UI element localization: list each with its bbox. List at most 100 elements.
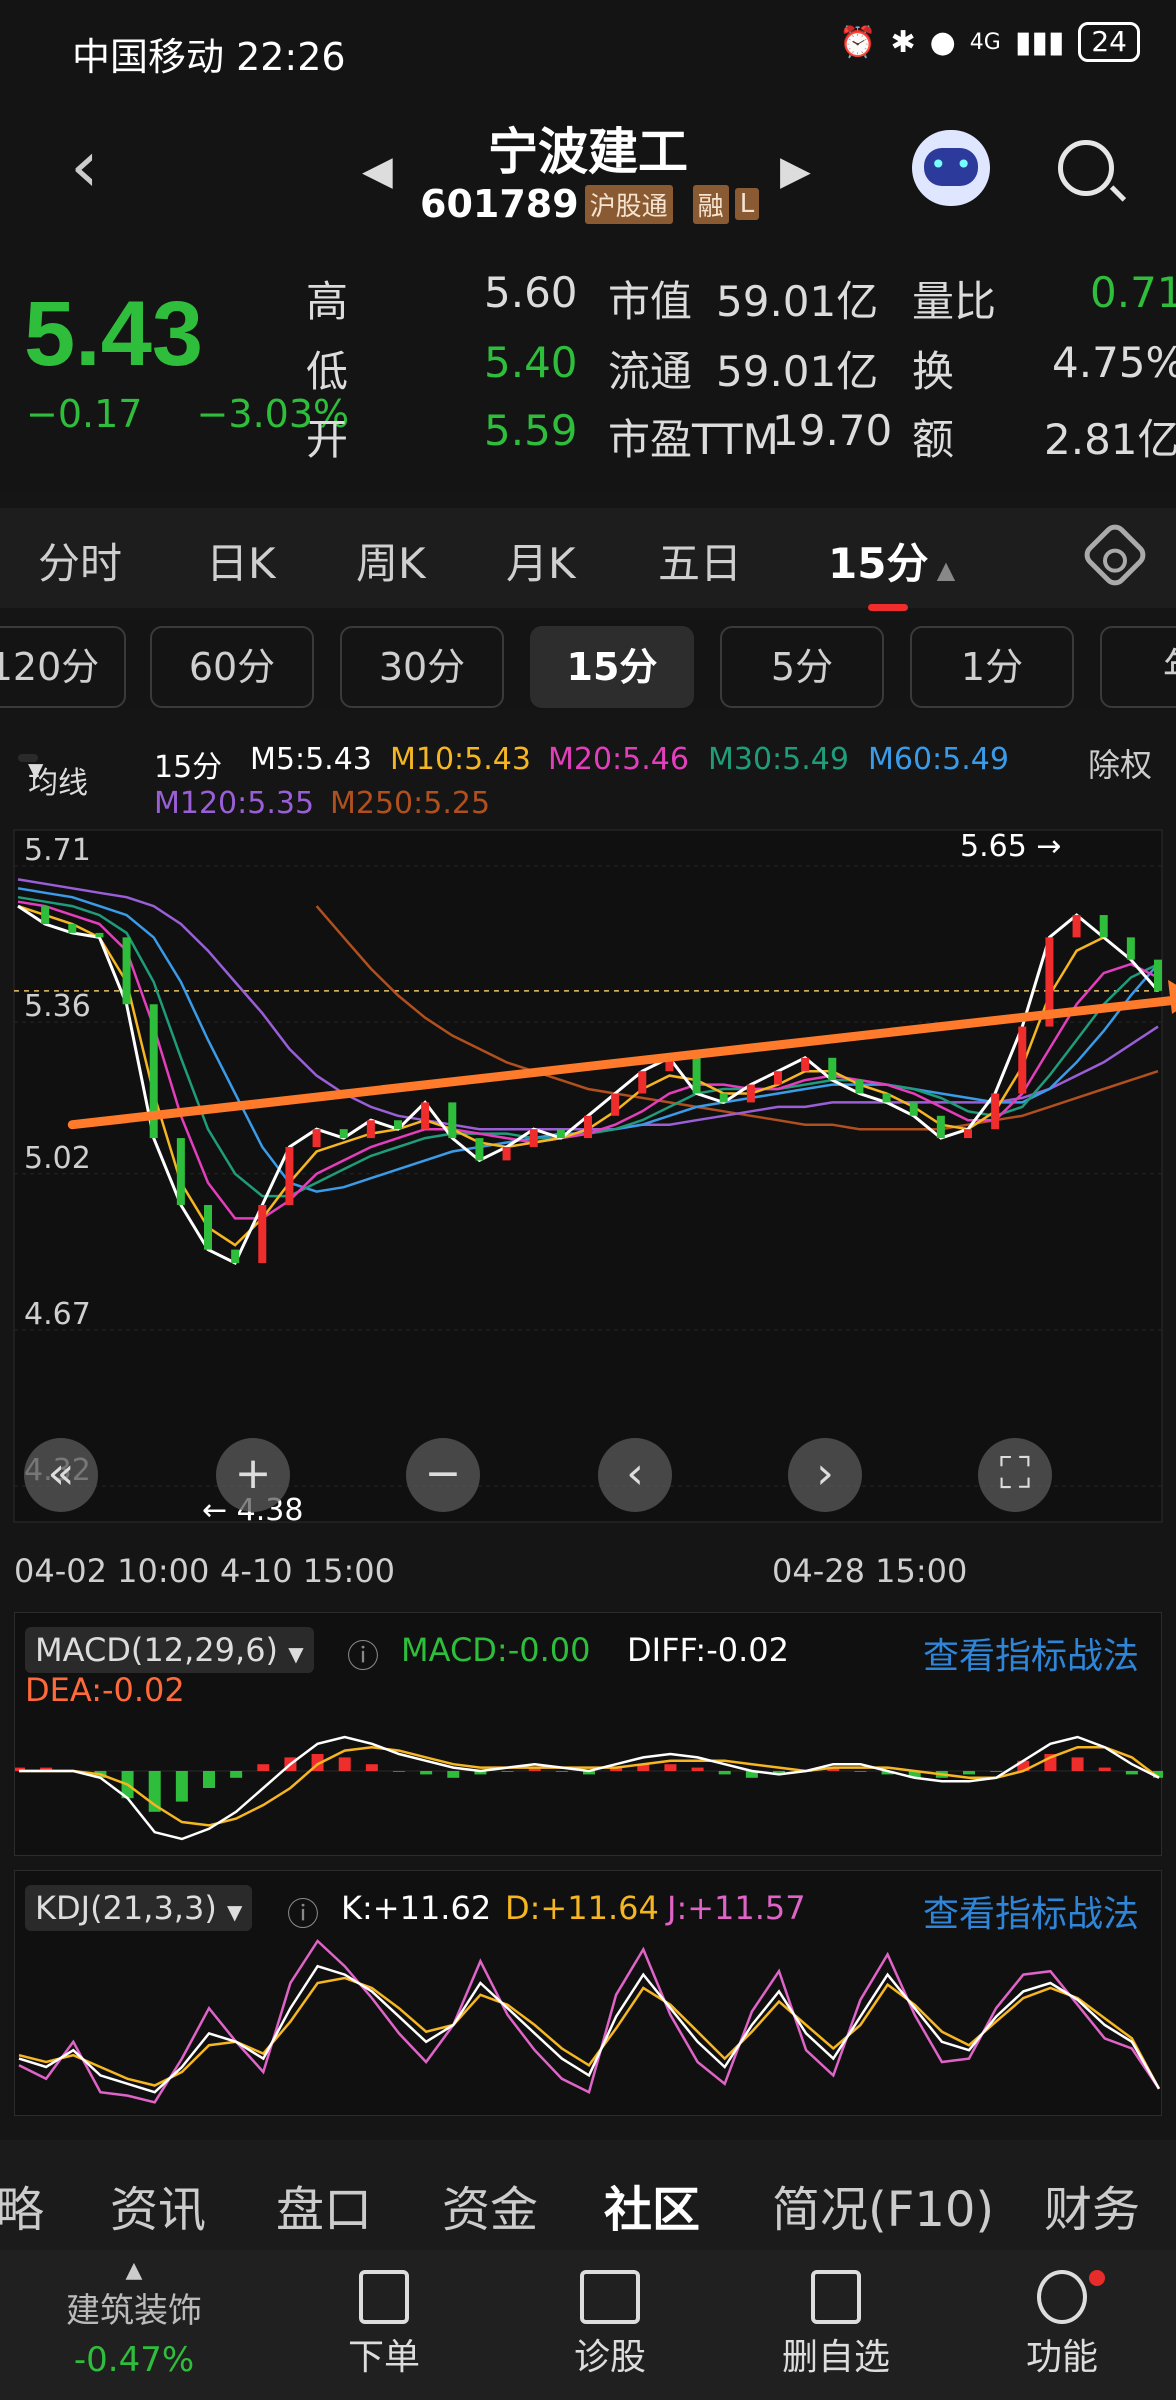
d-value: D:+11.64 (505, 1889, 659, 1927)
kdj-panel: KDJ(21,3,3) ▼ ⓘ K:+11.62 D:+11.64 J:+11.… (14, 1870, 1162, 2116)
candle (991, 1093, 1000, 1130)
diagnose-label: 诊股 (573, 2337, 646, 2378)
kline-chart[interactable]: 5.715.365.024.674.32 5.65 →← 4.38 « + − … (0, 826, 1176, 1528)
volume-ratio-label: 量比 (912, 277, 997, 326)
sub-period-30[interactable]: 30分 (340, 626, 504, 708)
zoom-in-icon[interactable]: + (216, 1438, 290, 1512)
k-value: K:+11.62 (341, 1889, 492, 1927)
candle (394, 1120, 402, 1130)
chart-frame (13, 829, 1163, 1523)
time-axis: 04-02 10:00 4-10 15:00 04-28 15:00 (0, 1524, 1176, 1596)
tab-15min[interactable]: 15分 ▲ (828, 530, 955, 611)
right-icon[interactable]: › (788, 1438, 862, 1512)
macd-bar (257, 1764, 270, 1771)
high-value: 5.60 (484, 268, 578, 317)
candle (882, 1093, 891, 1103)
kdj-dropdown[interactable]: KDJ(21,3,3) ▼ (25, 1885, 253, 1931)
low-label: 低 (306, 347, 349, 396)
candle (828, 1057, 837, 1081)
previous-stock-icon[interactable]: ◀ (362, 148, 393, 194)
tab-intraday[interactable]: 分时 (38, 530, 122, 591)
next-stock-icon[interactable]: ▶ (780, 148, 811, 194)
network-label: 4G (969, 29, 1001, 55)
candle (746, 1084, 755, 1103)
kdj-d-line (18, 1976, 1161, 2090)
help-icon[interactable]: ⓘ (287, 1889, 319, 1935)
indicator-dropdown[interactable]: 均线 ▼ (18, 754, 88, 801)
y-tick-label: 5.02 (24, 1141, 91, 1176)
double-left-icon[interactable]: « (24, 1438, 98, 1512)
high-label: 高 (306, 277, 349, 326)
fullscreen-icon[interactable]: ⛶ (978, 1438, 1052, 1512)
menu-icon (1037, 2270, 1105, 2324)
turnover-label: 换 (912, 347, 955, 396)
zoom-out-icon[interactable]: − (406, 1438, 480, 1512)
dea-value: DEA:-0.02 (25, 1671, 185, 1709)
order-button[interactable]: 下单 (304, 2270, 464, 2380)
diff-value: DIFF:-0.02 (627, 1631, 789, 1669)
tab-community[interactable]: 社区 (604, 2170, 700, 2240)
candle (68, 923, 77, 933)
sector-button[interactable]: ▲ 建筑装饰 -0.47% (54, 2258, 214, 2380)
settings-icon[interactable] (1079, 519, 1151, 591)
tab-five-day[interactable]: 五日 (658, 530, 742, 591)
change-value: −0.17 (26, 392, 143, 436)
left-icon[interactable]: ‹ (598, 1438, 672, 1512)
ai-assistant-icon[interactable] (912, 130, 990, 206)
sector-name: 建筑装饰 (66, 2291, 202, 2331)
sub-period-15[interactable]: 15分 (530, 626, 694, 708)
signal-icon: ▮▮▮ (1014, 24, 1065, 60)
search-icon[interactable] (1058, 140, 1114, 196)
macd-bar (854, 1771, 867, 1772)
remove-watchlist-button[interactable]: 删自选 (756, 2270, 916, 2380)
carrier-time: 中国移动 22:26 (72, 35, 346, 79)
macd-name: MACD(12,29,6) (35, 1631, 279, 1669)
tab-news[interactable]: 资讯 (110, 2170, 206, 2240)
turnover-value: 4.75% (1052, 338, 1176, 387)
price-change: −0.17 −3.03% (26, 392, 349, 436)
tab-strategy[interactable]: 略 (0, 2170, 44, 2240)
tab-f10[interactable]: 简况(F10) (772, 2170, 994, 2240)
ma10-label: M10:5.43 (390, 742, 531, 777)
candle (366, 1120, 375, 1139)
sub-period-120[interactable]: 120分 (0, 626, 126, 708)
y-tick-label: 5.36 (24, 989, 91, 1024)
macd-strategy-link[interactable]: 查看指标战法 (923, 1627, 1139, 1679)
menu-button[interactable]: 功能 (982, 2270, 1142, 2380)
macd-value: MACD:-0.00 (401, 1631, 591, 1669)
diagnose-button[interactable]: 诊股 (530, 2270, 690, 2380)
amount-value: 2.81亿 (1044, 415, 1176, 464)
sub-period-1[interactable]: 1分 (910, 626, 1074, 708)
candle (312, 1129, 321, 1148)
sub-period-60[interactable]: 60分 (150, 626, 314, 708)
candle (448, 1102, 457, 1139)
sub-period-year[interactable]: 年 (1100, 626, 1176, 708)
candle (638, 1071, 647, 1094)
float-cap-label: 流通 (608, 347, 693, 396)
kdj-strategy-link[interactable]: 查看指标战法 (923, 1885, 1139, 1937)
ex-rights-toggle[interactable]: 除权 (1088, 740, 1152, 786)
period-tabs: 分时 日K 周K 月K 五日 15分 ▲ (0, 508, 1176, 611)
location-icon: ● (929, 24, 956, 60)
tab-funds[interactable]: 资金 (442, 2170, 538, 2240)
macd-bar (1098, 1767, 1111, 1771)
hk-connect-tag: 沪股通 (584, 184, 673, 224)
macd-bar (555, 1771, 568, 1772)
macd-dropdown[interactable]: MACD(12,29,6) ▼ (25, 1627, 314, 1673)
macd-bar (990, 1771, 1003, 1772)
title-bar: ‹ ◀ 宁波建工 601789 沪股通 融 L ▶ (0, 100, 1176, 242)
tab-finance[interactable]: 财务 (1044, 2170, 1140, 2240)
candle (1072, 915, 1081, 938)
tab-weekly[interactable]: 周K (356, 530, 426, 591)
tab-monthly[interactable]: 月K (506, 530, 576, 591)
sub-period-5[interactable]: 5分 (720, 626, 884, 708)
stock-name: 宁波建工 (488, 123, 688, 181)
tab-daily[interactable]: 日K (206, 530, 276, 591)
candle (122, 937, 131, 1005)
help-icon[interactable]: ⓘ (347, 1631, 379, 1677)
float-cap-value: 59.01亿 (716, 347, 879, 396)
candle (611, 1093, 620, 1116)
tab-order-book[interactable]: 盘口 (276, 2170, 372, 2240)
candle (774, 1071, 782, 1085)
back-chevron-icon[interactable]: ‹ (70, 130, 99, 202)
